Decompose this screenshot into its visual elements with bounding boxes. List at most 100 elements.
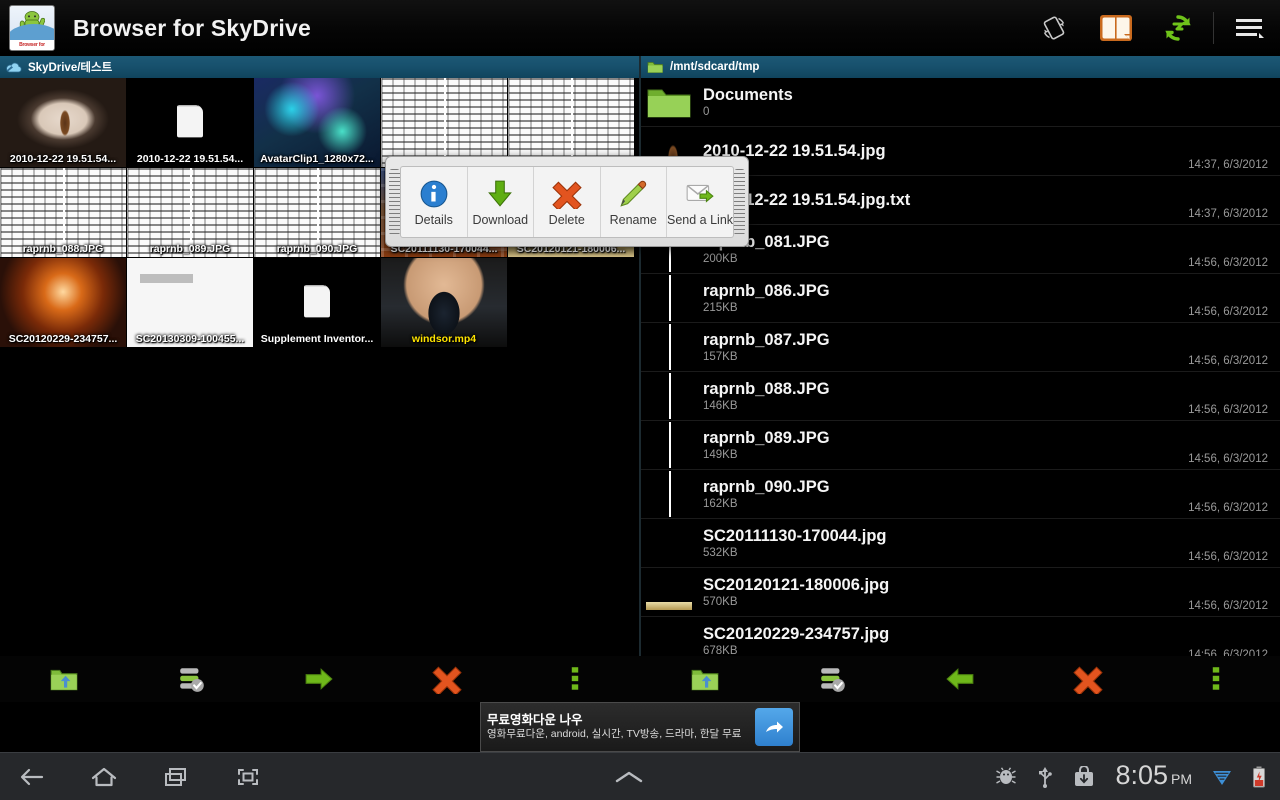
file-size: 146KB <box>703 399 1188 414</box>
home-button[interactable] <box>90 765 118 789</box>
context-menu-item-download[interactable]: Download <box>468 167 535 237</box>
new-folder-button[interactable] <box>29 656 99 702</box>
file-list-row[interactable]: Documents0 <box>641 78 1280 127</box>
new-folder-button[interactable] <box>670 656 740 702</box>
thumbnail-label: raprnb_088.JPG <box>0 241 126 257</box>
share-arrow-icon <box>763 717 785 737</box>
download-status-icon <box>1073 766 1095 788</box>
thumbnail-cell[interactable]: AvatarClip1_1280x72... <box>254 78 381 168</box>
file-size: 570KB <box>703 595 1188 610</box>
context-menu-popup[interactable]: Details Download Delete Rename Send a Link <box>385 156 749 247</box>
back-arrow-icon <box>18 765 46 789</box>
thumbnail-cell[interactable]: windsor.mp4 <box>381 258 508 348</box>
battery-icon <box>1252 766 1266 788</box>
chevron-up-icon <box>612 767 646 787</box>
delete-button[interactable] <box>1053 656 1123 702</box>
context-menu-item-details[interactable]: Details <box>401 167 468 237</box>
thumbnail-cell[interactable]: raprnb_090.JPG <box>254 168 381 258</box>
thumbnail-cell[interactable] <box>508 78 635 168</box>
file-date: 14:56, 6/3/2012 <box>1188 649 1268 656</box>
thumbnail-cell[interactable]: raprnb_089.JPG <box>127 168 254 258</box>
file-list-row[interactable]: raprnb_087.JPG157KB14:56, 6/3/2012 <box>641 323 1280 372</box>
copy-left-button[interactable] <box>925 656 995 702</box>
popup-left-grip <box>389 169 400 235</box>
menu-item-icon-wrap <box>419 177 449 211</box>
more-options-button[interactable] <box>540 656 610 702</box>
thumbnail-cell[interactable]: 2010-12-22 19.51.54... <box>127 78 254 168</box>
file-date: 14:56, 6/3/2012 <box>1188 355 1268 367</box>
file-list-row[interactable]: SC20120229-234757.jpg678KB14:56, 6/3/201… <box>641 617 1280 656</box>
thumbnail-label: AvatarClip1_1280x72... <box>254 151 380 167</box>
file-date: 14:56, 6/3/2012 <box>1188 502 1268 514</box>
select-all-button[interactable] <box>798 656 868 702</box>
status-clock: 8:05PM <box>1115 761 1192 793</box>
wifi-icon <box>1212 767 1232 787</box>
thumbnail-cell[interactable]: raprnb_088.JPG <box>0 168 127 258</box>
file-list-row[interactable]: raprnb_088.JPG146KB14:56, 6/3/2012 <box>641 372 1280 421</box>
thumbnail-cell[interactable]: 2010-12-22 19.51.54... <box>0 78 127 168</box>
file-date: 14:56, 6/3/2012 <box>1188 453 1268 465</box>
right-pane-pathbar[interactable]: /mnt/sdcard/tmp <box>641 56 1280 78</box>
copy-right-button[interactable] <box>284 656 354 702</box>
file-list-row[interactable]: raprnb_090.JPG162KB14:56, 6/3/2012 <box>641 470 1280 519</box>
context-menu-item-rename[interactable]: Rename <box>601 167 668 237</box>
file-date: 14:56, 6/3/2012 <box>1188 404 1268 416</box>
recent-apps-button[interactable] <box>162 765 190 789</box>
rotation-lock-icon <box>1041 15 1067 41</box>
file-name: raprnb_090.JPG <box>703 477 1188 497</box>
context-menu-item-label: Download <box>472 213 528 227</box>
overflow-dots-icon <box>560 664 590 694</box>
thumbnail-cell[interactable] <box>381 78 508 168</box>
left-pane-path: SkyDrive/테스트 <box>28 59 112 75</box>
ad-banner[interactable]: 무료영화다운 나우 영화무료다운, android, 실시간, TV방송, 드라… <box>480 702 800 752</box>
thumbnail-cell[interactable]: Supplement Inventor... <box>254 258 381 348</box>
context-menu-item-send-a-link[interactable]: Send a Link <box>667 167 733 237</box>
arrow-left-icon <box>945 664 975 694</box>
file-list-row[interactable]: raprnb_089.JPG149KB14:56, 6/3/2012 <box>641 421 1280 470</box>
status-area[interactable]: 8:05PM <box>995 761 1266 793</box>
split-view-button[interactable] <box>1085 0 1147 56</box>
system-navigation-bar: 8:05PM <box>0 752 1280 800</box>
context-menu-item-label: Send a Link <box>667 213 733 227</box>
menu-item-icon-wrap <box>485 177 515 211</box>
back-button[interactable] <box>18 765 46 789</box>
file-name: Documents <box>703 85 1268 105</box>
overflow-menu-icon <box>1233 15 1265 41</box>
sync-refresh-button[interactable] <box>1147 0 1209 56</box>
context-menu-item-delete[interactable]: Delete <box>534 167 601 237</box>
clock-time: 8:05 <box>1115 760 1168 790</box>
select-all-button[interactable] <box>157 656 227 702</box>
file-meta: SC20120121-180006.jpg570KB <box>703 575 1188 610</box>
info-icon <box>419 179 449 209</box>
file-thumbnail-icon <box>643 373 695 419</box>
delete-button[interactable] <box>412 656 482 702</box>
thumbnail-label: Supplement Inventor... <box>254 331 380 347</box>
file-list-row[interactable]: raprnb_086.JPG215KB14:56, 6/3/2012 <box>641 274 1280 323</box>
left-pane-skydrive: SkyDrive/테스트 2010-12-22 19.51.54...2010-… <box>0 56 639 656</box>
rotation-lock-button[interactable] <box>1023 0 1085 56</box>
file-date: 14:56, 6/3/2012 <box>1188 257 1268 269</box>
thumbnail-cell[interactable]: SC20130309-100455... <box>127 258 254 348</box>
file-size: 532KB <box>703 546 1188 561</box>
file-list-row[interactable]: SC20111130-170044.jpg532KB14:56, 6/3/201… <box>641 519 1280 568</box>
delete-x-icon <box>432 664 462 694</box>
ad-action-button[interactable] <box>755 708 793 746</box>
file-list-row[interactable]: SC20120121-180006.jpg570KB14:56, 6/3/201… <box>641 568 1280 617</box>
thumbnail-cell[interactable]: SC20120229-234757... <box>0 258 127 348</box>
more-options-button[interactable] <box>1181 656 1251 702</box>
split-view-icon <box>1099 13 1133 43</box>
left-pane-pathbar[interactable]: SkyDrive/테스트 <box>0 56 639 78</box>
file-meta: raprnb_090.JPG162KB <box>703 477 1188 512</box>
screenshot-button[interactable] <box>234 765 262 789</box>
ad-title: 무료영화다운 나우 <box>487 713 749 728</box>
folder-icon <box>643 79 695 125</box>
arrow-right-icon <box>304 664 334 694</box>
file-meta: SC20111130-170044.jpg532KB <box>703 526 1188 561</box>
folder-icon <box>647 60 664 74</box>
overflow-menu-button[interactable] <box>1218 0 1280 56</box>
select-all-icon <box>177 664 207 694</box>
file-meta: raprnb_087.JPG157KB <box>703 330 1188 365</box>
thumbnail-label: SC20130309-100455... <box>127 331 253 347</box>
expand-notifications-button[interactable] <box>612 767 646 787</box>
file-name: SC20120121-180006.jpg <box>703 575 1188 595</box>
